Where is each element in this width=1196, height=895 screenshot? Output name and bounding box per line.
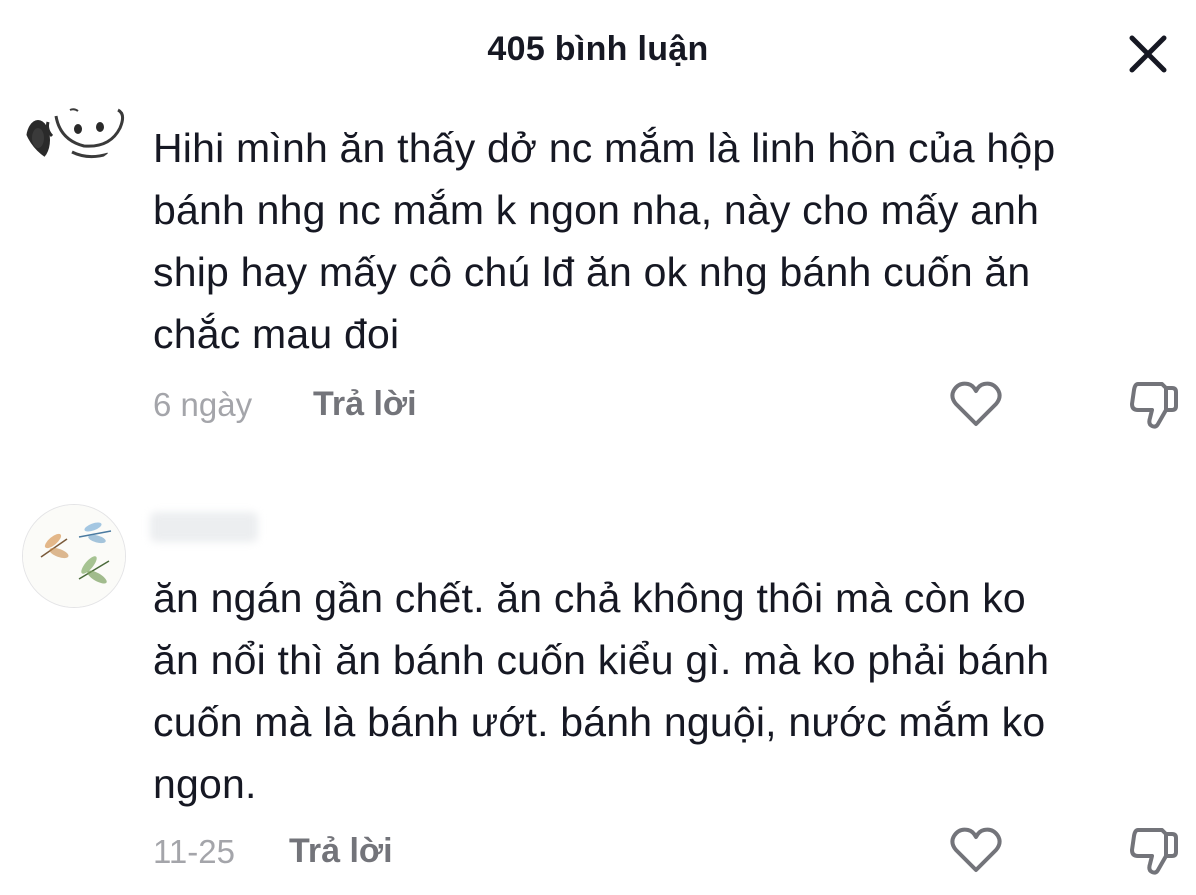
username-blurred[interactable] [150, 512, 258, 542]
comment-text: ăn ngán gần chết. ăn chả không thôi mà c… [153, 575, 1050, 807]
comment-item: ăn ngán gần chết. ăn chả không thôi mà c… [0, 0, 1196, 895]
dislike-button[interactable] [1128, 826, 1180, 878]
comment-timestamp: 11-25 [153, 833, 235, 870]
dragonfly-avatar-icon [23, 505, 125, 607]
reply-button[interactable]: Trả lời [289, 832, 393, 871]
like-button[interactable] [950, 826, 1002, 874]
thumbs-down-icon [1130, 828, 1178, 875]
heart-icon [950, 827, 1002, 872]
user-avatar[interactable] [22, 504, 126, 608]
